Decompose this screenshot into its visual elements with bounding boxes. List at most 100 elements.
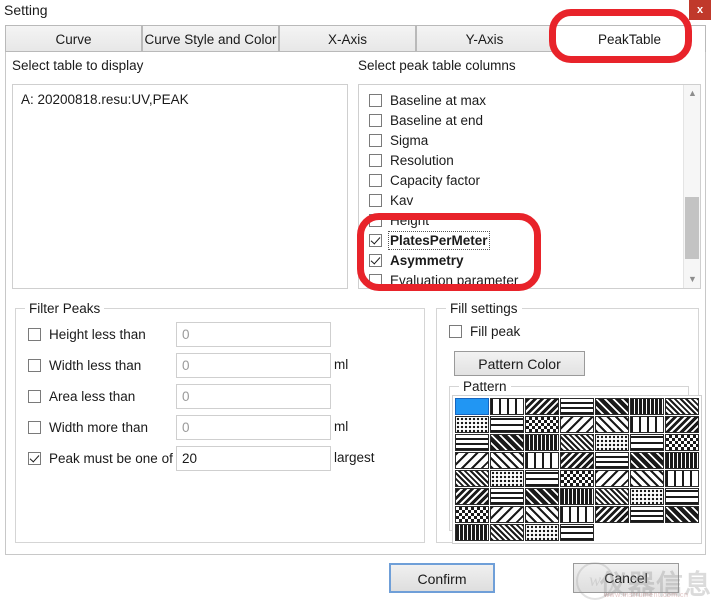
pattern-swatch[interactable] xyxy=(595,470,629,487)
checkbox-icon[interactable] xyxy=(369,94,382,107)
column-checkbox-row[interactable]: Asymmetry xyxy=(369,250,464,270)
columns-listbox[interactable]: Baseline at maxBaseline at endSigmaResol… xyxy=(358,84,701,289)
pattern-swatch[interactable] xyxy=(455,416,489,433)
filter-value-input[interactable] xyxy=(176,446,331,471)
tab-curve[interactable]: Curve xyxy=(5,25,142,52)
pattern-swatch[interactable] xyxy=(630,416,664,433)
pattern-swatch[interactable] xyxy=(490,434,524,451)
filter-row[interactable]: Area less than xyxy=(28,383,135,409)
checkbox-icon[interactable] xyxy=(369,114,382,127)
checkbox-icon[interactable] xyxy=(369,214,382,227)
chevron-up-icon[interactable]: ▲ xyxy=(684,85,701,102)
pattern-color-button[interactable]: Pattern Color xyxy=(454,351,585,376)
pattern-swatch[interactable] xyxy=(665,452,699,469)
pattern-swatch[interactable] xyxy=(525,488,559,505)
filter-checkbox-icon[interactable] xyxy=(28,328,41,341)
tab-y-axis[interactable]: Y-Axis xyxy=(416,25,553,52)
checkbox-icon[interactable] xyxy=(369,254,382,267)
filter-row[interactable]: Peak must be one of xyxy=(28,445,173,471)
filter-row[interactable]: Height less than xyxy=(28,321,146,347)
filter-value-input[interactable] xyxy=(176,322,331,347)
pattern-swatch[interactable] xyxy=(560,470,594,487)
pattern-swatch[interactable] xyxy=(630,452,664,469)
table-listbox[interactable]: A: 20200818.resu:UV,PEAK xyxy=(12,84,348,289)
cancel-button[interactable]: Cancel xyxy=(573,563,679,593)
column-checkbox-row[interactable]: Resolution xyxy=(369,150,454,170)
filter-value-input[interactable] xyxy=(176,384,331,409)
column-checkbox-row[interactable]: Height xyxy=(369,210,429,230)
pattern-swatch[interactable] xyxy=(525,524,559,541)
fill-peak-checkbox[interactable] xyxy=(449,325,462,338)
filter-row[interactable]: Width less than xyxy=(28,352,141,378)
filter-checkbox-icon[interactable] xyxy=(28,421,41,434)
list-item[interactable]: A: 20200818.resu:UV,PEAK xyxy=(21,92,189,107)
pattern-swatch[interactable] xyxy=(665,488,699,505)
pattern-swatch[interactable] xyxy=(455,398,489,415)
pattern-swatch[interactable] xyxy=(490,506,524,523)
pattern-swatch[interactable] xyxy=(595,416,629,433)
pattern-swatch[interactable] xyxy=(490,488,524,505)
pattern-swatch[interactable] xyxy=(665,506,699,523)
column-checkbox-row[interactable]: Evaluation parameter xyxy=(369,270,518,289)
close-icon[interactable]: x xyxy=(689,0,711,20)
checkbox-icon[interactable] xyxy=(369,194,382,207)
column-checkbox-row[interactable]: Capacity factor xyxy=(369,170,480,190)
pattern-swatch[interactable] xyxy=(630,434,664,451)
pattern-swatch[interactable] xyxy=(630,398,664,415)
pattern-swatch[interactable] xyxy=(455,470,489,487)
column-checkbox-row[interactable]: Sigma xyxy=(369,130,428,150)
pattern-swatch[interactable] xyxy=(560,488,594,505)
column-checkbox-row[interactable]: Kav xyxy=(369,190,413,210)
column-checkbox-row[interactable]: Baseline at max xyxy=(369,90,486,110)
pattern-swatch[interactable] xyxy=(490,416,524,433)
tab-x-axis[interactable]: X-Axis xyxy=(279,25,416,52)
confirm-button[interactable]: Confirm xyxy=(389,563,495,593)
pattern-swatch[interactable] xyxy=(595,506,629,523)
filter-checkbox-icon[interactable] xyxy=(28,390,41,403)
pattern-swatch[interactable] xyxy=(560,398,594,415)
pattern-swatch[interactable] xyxy=(595,452,629,469)
fill-peak-row[interactable]: Fill peak xyxy=(449,318,520,344)
pattern-swatch[interactable] xyxy=(665,416,699,433)
pattern-swatch[interactable] xyxy=(525,506,559,523)
pattern-swatch[interactable] xyxy=(490,470,524,487)
checkbox-icon[interactable] xyxy=(369,274,382,287)
chevron-down-icon[interactable]: ▼ xyxy=(684,271,701,288)
pattern-swatch[interactable] xyxy=(665,398,699,415)
pattern-swatch[interactable] xyxy=(560,452,594,469)
pattern-swatch[interactable] xyxy=(525,434,559,451)
column-checkbox-row[interactable]: Baseline at end xyxy=(369,110,483,130)
checkbox-icon[interactable] xyxy=(369,174,382,187)
pattern-swatch[interactable] xyxy=(560,506,594,523)
column-checkbox-row[interactable]: PlatesPerMeter xyxy=(369,230,488,250)
pattern-swatch[interactable] xyxy=(630,488,664,505)
tab-peaktable[interactable]: PeakTable xyxy=(553,25,706,53)
pattern-swatch[interactable] xyxy=(490,398,524,415)
pattern-swatch[interactable] xyxy=(630,506,664,523)
pattern-swatch[interactable] xyxy=(560,524,594,541)
pattern-swatch-grid[interactable] xyxy=(452,395,702,544)
pattern-swatch[interactable] xyxy=(490,452,524,469)
filter-value-input[interactable] xyxy=(176,415,331,440)
pattern-swatch[interactable] xyxy=(630,470,664,487)
checkbox-icon[interactable] xyxy=(369,154,382,167)
checkbox-icon[interactable] xyxy=(369,234,382,247)
pattern-swatch[interactable] xyxy=(525,398,559,415)
pattern-swatch[interactable] xyxy=(665,434,699,451)
filter-checkbox-icon[interactable] xyxy=(28,359,41,372)
filter-value-input[interactable] xyxy=(176,353,331,378)
pattern-swatch[interactable] xyxy=(525,416,559,433)
checkbox-icon[interactable] xyxy=(369,134,382,147)
columns-scrollbar[interactable]: ▲ ▼ xyxy=(683,85,700,288)
pattern-swatch[interactable] xyxy=(560,434,594,451)
scrollbar-thumb[interactable] xyxy=(685,197,699,259)
pattern-swatch[interactable] xyxy=(595,398,629,415)
pattern-swatch[interactable] xyxy=(595,488,629,505)
pattern-swatch[interactable] xyxy=(455,488,489,505)
pattern-swatch[interactable] xyxy=(560,416,594,433)
pattern-swatch[interactable] xyxy=(525,470,559,487)
pattern-swatch[interactable] xyxy=(490,524,524,541)
filter-checkbox-icon[interactable] xyxy=(28,452,41,465)
filter-row[interactable]: Width more than xyxy=(28,414,148,440)
pattern-swatch[interactable] xyxy=(455,452,489,469)
